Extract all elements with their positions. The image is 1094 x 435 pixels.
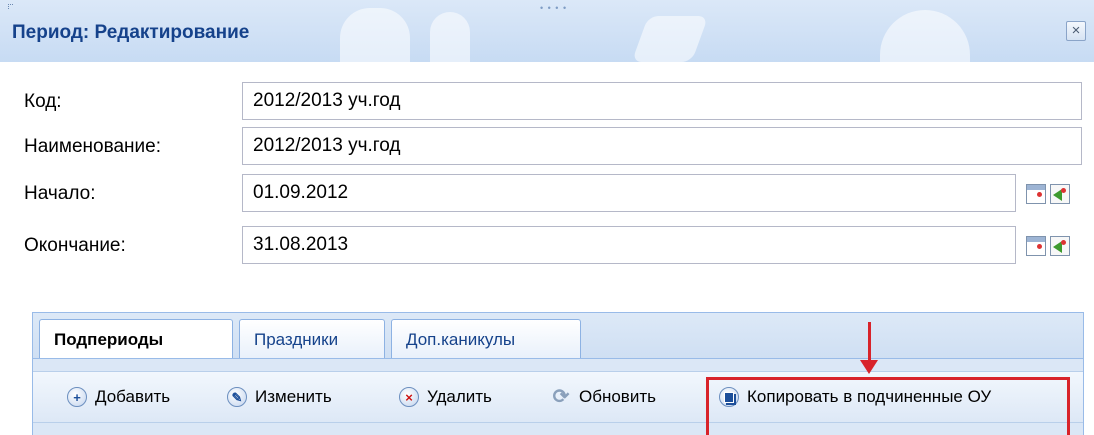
end-date-label: Окончание: [24, 235, 126, 256]
end-date-field[interactable] [242, 226, 1016, 264]
today-icon[interactable] [1050, 184, 1070, 204]
resize-grip-icon[interactable] [8, 4, 13, 9]
code-label: Код: [24, 91, 62, 112]
refresh-button[interactable]: ⟳ Обновить [551, 383, 656, 411]
titlebar-decoration [340, 8, 410, 62]
name-field[interactable] [242, 127, 1082, 165]
edit-button[interactable]: ✎ Изменить [227, 383, 332, 411]
tab-strip: Подпериоды Праздники Доп.каникулы [32, 312, 1084, 361]
tab-holidays[interactable]: Праздники [239, 319, 385, 359]
annotation-arrow-head [860, 360, 878, 374]
titlebar-decoration [430, 12, 470, 62]
pencil-icon: ✎ [227, 387, 247, 407]
start-date-field[interactable] [242, 174, 1016, 212]
window-titlebar[interactable]: • • • • Период: Редактирование × [0, 0, 1094, 62]
tab-subperiods[interactable]: Подпериоды [39, 319, 233, 361]
end-date-row: Окончание: [0, 226, 1094, 266]
refresh-icon: ⟳ [552, 386, 570, 408]
edit-button-label: Изменить [255, 387, 332, 406]
close-button[interactable]: × [1066, 21, 1086, 41]
plus-icon: + [67, 387, 87, 407]
annotation-arrow [868, 322, 871, 362]
code-row: Код: [0, 82, 1094, 122]
code-field[interactable] [242, 82, 1082, 120]
today-icon[interactable] [1050, 236, 1070, 256]
start-date-label: Начало: [24, 183, 96, 204]
name-label: Наименование: [24, 136, 161, 157]
start-date-row: Начало: [0, 174, 1094, 214]
titlebar-decoration [631, 16, 709, 62]
delete-button[interactable]: × Удалить [399, 383, 492, 411]
refresh-button-label: Обновить [579, 387, 656, 406]
titlebar-decoration [880, 10, 970, 62]
window-title: Период: Редактирование [12, 22, 250, 43]
tab-extra-vacations[interactable]: Доп.каникулы [391, 319, 581, 359]
add-button[interactable]: + Добавить [67, 383, 170, 411]
name-row: Наименование: [0, 127, 1094, 167]
edit-period-window: • • • • Период: Редактирование × Код: На… [0, 0, 1094, 435]
delete-button-label: Удалить [427, 387, 492, 406]
add-button-label: Добавить [95, 387, 171, 406]
delete-icon: × [399, 387, 419, 407]
annotation-highlight-box [706, 377, 1070, 435]
calendar-icon[interactable] [1026, 184, 1046, 204]
calendar-icon[interactable] [1026, 236, 1046, 256]
drag-handle-icon[interactable]: • • • • [540, 3, 567, 13]
